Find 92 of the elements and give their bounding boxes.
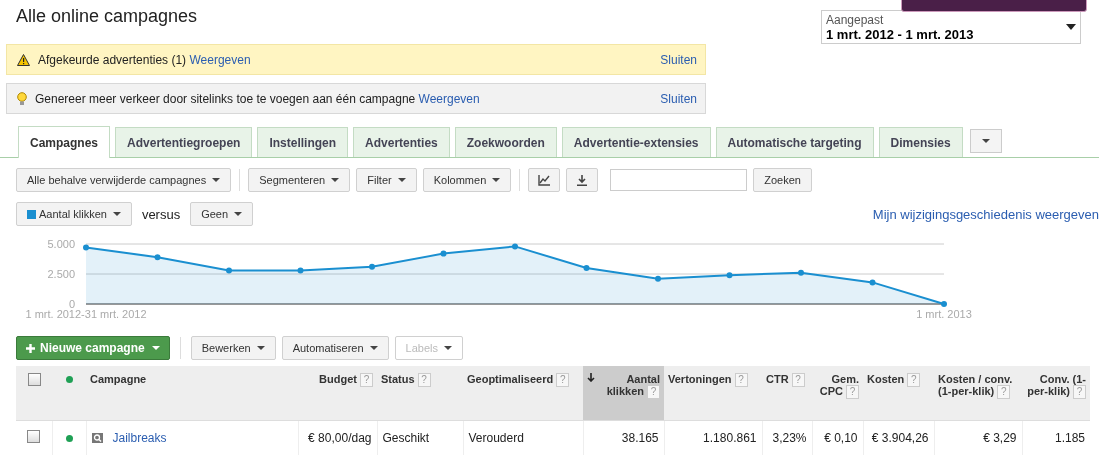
date-range-dropdown[interactable]: Aangepast 1 mrt. 2012 - 1 mrt. 2013 xyxy=(821,10,1081,44)
view-link[interactable]: Weergeven xyxy=(189,52,251,67)
more-tabs-button[interactable] xyxy=(969,129,1002,153)
data-point xyxy=(369,263,375,270)
caret-icon xyxy=(234,212,243,216)
caret-icon xyxy=(1066,24,1076,30)
versus-label: versus xyxy=(141,206,181,222)
tab[interactable]: Instellingen xyxy=(257,127,349,157)
column-header[interactable]: Gem. CPC ? xyxy=(812,366,863,420)
column-header[interactable]: Conv. (1-per-klik) ? xyxy=(1022,366,1090,420)
data-point xyxy=(440,250,447,257)
campaign-link[interactable]: Jailbreaks xyxy=(112,430,167,445)
table-cell: Geschikt xyxy=(377,420,463,455)
metric-dropdown[interactable]: Aantal klikken xyxy=(16,202,132,226)
plus-icon xyxy=(26,343,35,353)
tab[interactable]: Advertentiegroepen xyxy=(115,127,253,157)
search-button[interactable]: Zoeken xyxy=(753,168,812,192)
y-tick-label: 0 xyxy=(68,298,75,310)
close-link[interactable]: Sluiten xyxy=(660,91,697,106)
column-header[interactable]: Kosten / conv. (1-per-klik) ? xyxy=(934,366,1022,420)
lightbulb-icon xyxy=(17,91,27,106)
compare-dropdown[interactable]: Geen xyxy=(190,202,254,226)
dropdown-button[interactable]: Alle behalve verwijderde campagnes xyxy=(16,168,232,192)
caret-icon xyxy=(492,178,501,182)
caret-icon xyxy=(981,139,990,143)
dropdown-button[interactable]: Kolommen xyxy=(422,168,512,192)
x-tick-label: 1 mrt. 2013 xyxy=(916,308,972,320)
column-header[interactable]: Geoptimaliseerd ? xyxy=(463,366,583,420)
table-cell: € 80,00/dag xyxy=(298,420,377,455)
tab[interactable]: Automatische targeting xyxy=(715,127,874,157)
date-range-value: 1 mrt. 2012 - 1 mrt. 2013 xyxy=(826,27,974,42)
action-dropdown[interactable]: Bewerken xyxy=(190,336,276,360)
caret-icon xyxy=(331,178,340,182)
table-cell: € 3,29 xyxy=(934,420,1022,455)
column-header[interactable]: Aantal klikken ? xyxy=(583,366,664,420)
column-header[interactable]: Vertoningen ? xyxy=(664,366,762,420)
column-header[interactable]: Kosten ? xyxy=(863,366,934,420)
tab[interactable]: Campagnes xyxy=(18,126,111,158)
column-header[interactable]: Budget ? xyxy=(298,366,377,420)
tab[interactable]: Zoekwoorden xyxy=(454,127,557,157)
data-point xyxy=(726,272,733,279)
warning-icon xyxy=(17,53,30,66)
table-cell: € 3.904,26 xyxy=(863,420,934,455)
table-cell: Verouderd xyxy=(463,420,583,455)
dropdown-button[interactable]: Segmenteren xyxy=(248,168,351,192)
line-chart-icon xyxy=(538,174,551,186)
y-tick-label: 2.500 xyxy=(47,268,75,280)
search-campaign-icon xyxy=(91,432,103,443)
dropdown-button[interactable]: Filter xyxy=(356,168,417,192)
view-link[interactable]: Weergeven xyxy=(418,91,480,106)
table-cell: 1.185 xyxy=(1022,420,1090,455)
x-tick-label: 1 mrt. 2012-31 mrt. 2012 xyxy=(25,308,147,320)
status-filter-dot[interactable] xyxy=(65,376,73,383)
data-point xyxy=(798,269,804,276)
download-icon xyxy=(577,174,588,186)
alert-message: Afgekeurde advertenties (1) Weergeven xyxy=(38,52,252,67)
data-point xyxy=(297,267,304,274)
caret-icon xyxy=(444,346,452,350)
caret-icon xyxy=(369,346,378,350)
table-cell: 38.165 xyxy=(583,420,664,455)
action-dropdown[interactable]: Automatiseren xyxy=(281,336,389,360)
caret-icon xyxy=(397,178,406,182)
table-cell: 3,23% xyxy=(762,420,812,455)
sort-arrow-icon xyxy=(587,373,595,382)
y-tick-label: 5.000 xyxy=(47,238,75,250)
table-cell: 1.180.861 xyxy=(664,420,762,455)
alert-message: Genereer meer verkeer door sitelinks toe te voegen aan één campagne Weergeven xyxy=(35,91,481,106)
column-header[interactable]: Status ? xyxy=(377,366,463,420)
data-point xyxy=(869,279,876,286)
caret-icon xyxy=(256,346,265,350)
data-point xyxy=(655,275,661,282)
data-point xyxy=(154,254,161,261)
checkbox[interactable] xyxy=(27,429,41,443)
column-header[interactable]: CTR ? xyxy=(762,366,812,420)
tab[interactable]: Advertentie-extensies xyxy=(561,127,711,157)
caret-icon xyxy=(151,346,160,350)
caret-icon xyxy=(112,212,121,216)
chart-toggle-button[interactable] xyxy=(528,168,561,192)
checkbox[interactable] xyxy=(27,373,41,386)
download-button[interactable] xyxy=(566,168,599,192)
page-title: Alle online campagnes xyxy=(16,6,198,27)
history-link[interactable]: Mijn wijzigingsgeschiedenis weergeven xyxy=(872,206,1099,222)
data-point xyxy=(583,265,590,271)
data-point xyxy=(226,267,232,274)
caret-icon xyxy=(212,178,221,182)
table-cell: € 0,10 xyxy=(812,420,863,455)
close-link[interactable]: Sluiten xyxy=(660,52,697,67)
tab[interactable]: Dimensies xyxy=(878,127,963,157)
date-range-label: Aangepast xyxy=(826,13,885,27)
search-field[interactable] xyxy=(610,169,748,191)
tab[interactable]: Advertenties xyxy=(353,127,450,157)
column-header[interactable]: Campagne xyxy=(86,366,298,420)
